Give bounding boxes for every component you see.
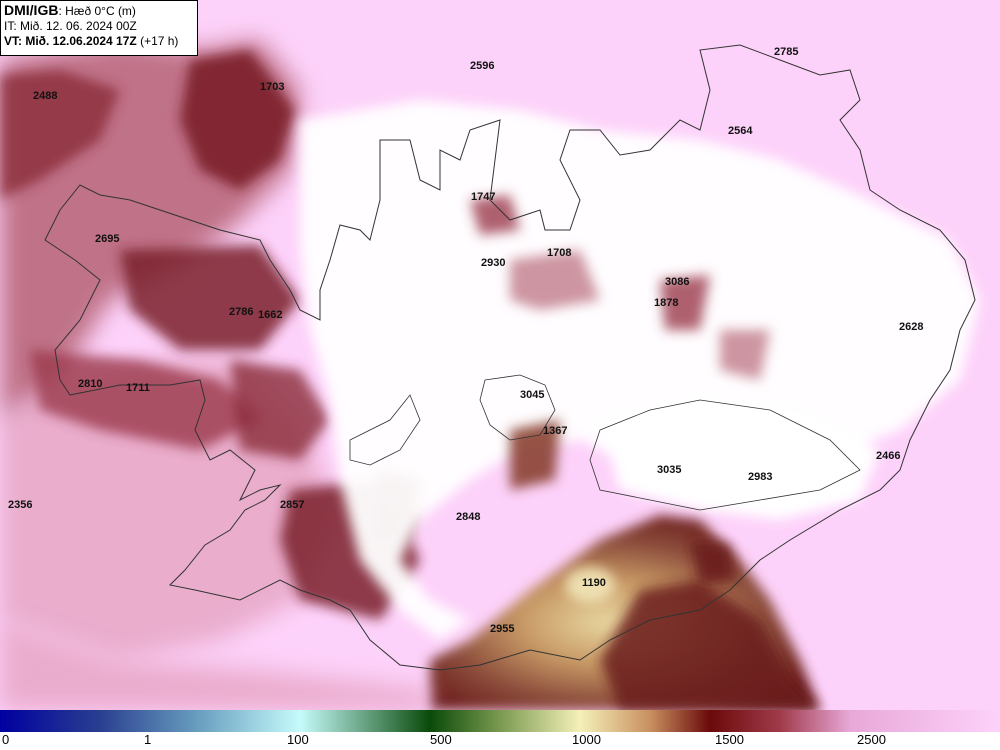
value-label: 1711 [126, 382, 150, 394]
value-label: 2488 [33, 90, 57, 102]
initial-time: IT: Mið. 12. 06. 2024 00Z [4, 19, 137, 33]
colorbar-tick: 0 [2, 732, 10, 747]
value-label: 1747 [471, 191, 495, 203]
value-label: 2695 [95, 233, 119, 245]
value-label: 3086 [665, 276, 689, 288]
valid-time-main: VT: Mið. 12.06.2024 17Z [4, 34, 137, 48]
valid-time-offset: (+17 h) [136, 34, 179, 48]
value-label: 2356 [8, 499, 32, 511]
value-label: 1878 [654, 297, 678, 309]
colorbar-tick: 1500 [715, 732, 744, 747]
value-label: 2983 [748, 471, 772, 483]
colorbar-tick: 1000 [572, 732, 601, 747]
colorbar-tick: 500 [430, 732, 452, 747]
map[interactable]: 2488 1703 2596 2785 2564 1747 2695 1708 2930 3086… [0, 0, 1000, 750]
value-label: 1662 [258, 309, 282, 321]
value-label: 2848 [456, 511, 480, 523]
value-label: 1190 [582, 577, 606, 589]
value-label: 1367 [543, 425, 567, 437]
value-label: 2786 [229, 306, 253, 318]
value-label: 2785 [774, 46, 798, 58]
value-label: 2628 [899, 321, 923, 333]
brand-label: DMI/IGB [4, 2, 59, 18]
value-label: 2930 [481, 257, 505, 269]
map-header: DMI/IGB: Hæð 0°C (m) IT: Mið. 12. 06. 20… [0, 0, 198, 56]
value-label: 3045 [520, 389, 544, 401]
colorbar-tick: 2500 [857, 732, 886, 747]
title-suffix: : Hæð 0°C (m) [58, 4, 136, 18]
value-label: 1708 [547, 247, 571, 259]
value-label: 2466 [876, 450, 900, 462]
value-label: 2857 [280, 499, 304, 511]
colorbar-ticks: 0 1 100 500 1000 1500 2500 [0, 732, 1000, 750]
value-label: 3035 [657, 464, 681, 476]
value-label: 2564 [728, 125, 753, 137]
map-title: DMI/IGB: Hæð 0°C (m) [4, 3, 194, 19]
colorbar [0, 710, 1000, 732]
value-label: 2810 [78, 378, 102, 390]
value-label: 2596 [470, 60, 494, 72]
valid-time: VT: Mið. 12.06.2024 17Z (+17 h) [4, 34, 194, 49]
colorbar-tick: 1 [144, 732, 152, 747]
value-label: 2955 [490, 623, 514, 635]
value-label: 1703 [260, 81, 284, 93]
colorbar-tick: 100 [287, 732, 309, 747]
freezing-level-map[interactable]: 2488 1703 2596 2785 2564 1747 2695 1708 2930 3086… [0, 0, 1000, 750]
